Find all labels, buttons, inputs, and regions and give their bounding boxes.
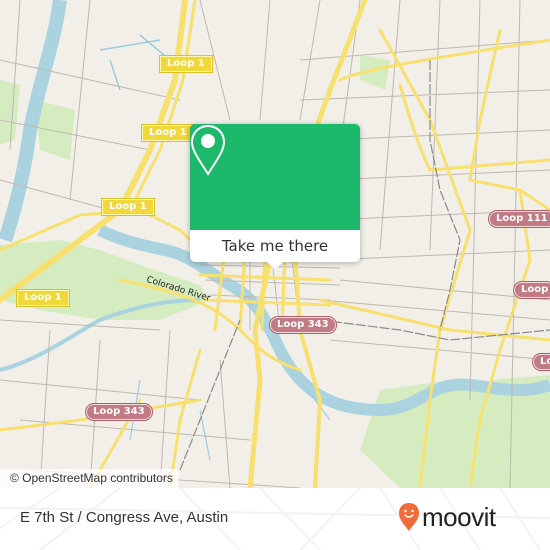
road-shield-loop-1: Loop 1 [17, 290, 69, 306]
map-view[interactable]: Austin Colorado River Loop 1 Loop 1 Loop… [0, 0, 550, 488]
moovit-wordmark: moovit [422, 502, 496, 532]
road-shield-loop-1: Loop 1 [160, 56, 212, 72]
moovit-smile-pin-icon [399, 503, 419, 531]
footer: E 7th St / Congress Ave, Austin moovit [0, 488, 550, 550]
map-attribution[interactable]: © OpenStreetMap contributors [0, 469, 179, 488]
road-shield-loop-1: Loop 1 [142, 125, 194, 141]
popup-header [190, 124, 360, 230]
parks [0, 55, 550, 488]
road-shield-loop-111: Loop 111 [489, 211, 550, 227]
popup-arrow [267, 262, 283, 270]
moovit-logo[interactable]: moovit [398, 502, 496, 532]
road-shield-loop-343: Loop 343 [270, 317, 336, 333]
map-pin-icon [190, 124, 226, 176]
road-shield-loop: Lo [533, 354, 550, 370]
road-shield-loop-343: Loop 343 [86, 404, 152, 420]
road-shield-loop-1: Loop 1 [102, 199, 154, 215]
take-me-there-button[interactable]: Take me there [190, 230, 360, 262]
stop-name: E 7th St / Congress Ave, Austin [20, 509, 229, 526]
road-shield-loop: Loop [514, 282, 550, 298]
location-popup: Take me there [190, 124, 360, 270]
